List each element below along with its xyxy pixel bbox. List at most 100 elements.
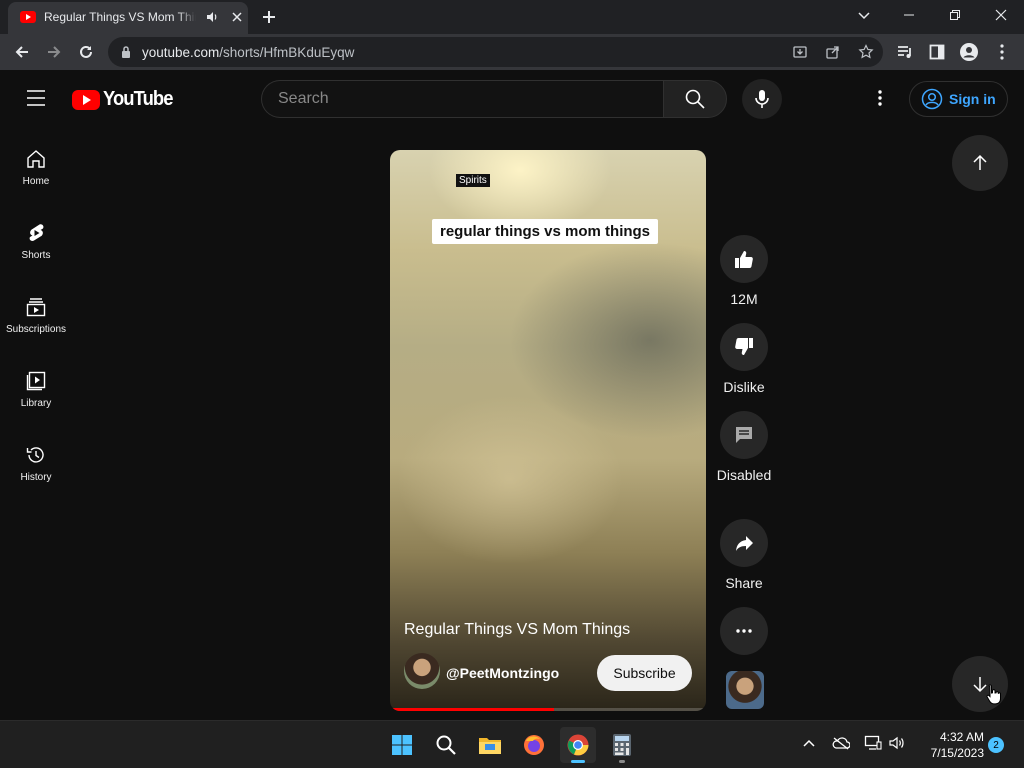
windows-logo-icon xyxy=(392,735,412,755)
youtube-logo[interactable]: YouTube xyxy=(72,88,179,111)
sidebar-item-shorts[interactable]: Shorts xyxy=(0,200,72,274)
account-circle-icon xyxy=(921,88,943,110)
short-video-player[interactable]: Spirits regular things vs mom things Reg… xyxy=(390,150,706,711)
browser-menu-icon[interactable] xyxy=(988,38,1016,66)
install-app-icon[interactable] xyxy=(792,44,808,60)
share-action[interactable]: Share xyxy=(720,519,768,593)
history-icon xyxy=(26,447,44,463)
forward-button[interactable] xyxy=(40,38,68,66)
onedrive-cloud-icon[interactable] xyxy=(832,736,850,750)
sidebar-item-label: Home xyxy=(22,176,50,187)
close-window-button[interactable] xyxy=(978,0,1024,30)
library-icon xyxy=(26,371,46,391)
network-icon[interactable] xyxy=(864,735,882,751)
calculator-icon xyxy=(613,734,631,756)
address-bar[interactable]: youtube.com/shorts/HfmBKduEyqw xyxy=(108,37,883,67)
profile-icon[interactable] xyxy=(955,38,983,66)
reload-button[interactable] xyxy=(72,38,100,66)
folder-icon xyxy=(479,738,501,754)
media-control-icon[interactable] xyxy=(891,38,919,66)
chrome-icon xyxy=(567,734,589,756)
browser-toolbar: youtube.com/shorts/HfmBKduEyqw xyxy=(0,34,1024,70)
comment-icon xyxy=(736,427,752,443)
chrome-button[interactable] xyxy=(560,727,596,763)
share-button[interactable] xyxy=(720,519,768,567)
new-tab-button[interactable] xyxy=(260,8,278,26)
sidebar-item-history[interactable]: History xyxy=(0,422,72,496)
minimize-button[interactable] xyxy=(886,0,932,30)
sign-in-label: Sign in xyxy=(949,91,996,107)
settings-more-icon[interactable] xyxy=(868,86,892,110)
share-page-icon[interactable] xyxy=(825,44,841,60)
browser-tab[interactable]: Regular Things VS Mom Things - YouTube xyxy=(8,2,248,34)
channel-name[interactable]: @PeetMontzingo xyxy=(446,665,559,681)
search-box[interactable] xyxy=(261,80,663,118)
firefox-icon xyxy=(524,735,544,755)
logo-wordmark: YouTube xyxy=(103,88,173,110)
voice-search-button[interactable] xyxy=(742,79,782,119)
more-actions-button[interactable] xyxy=(720,607,768,655)
dislike-action[interactable]: Dislike xyxy=(720,323,768,397)
taskbar-search-button[interactable] xyxy=(428,727,464,763)
sidebar-item-label: Library xyxy=(20,398,52,409)
windows-start-button[interactable] xyxy=(384,727,420,763)
home-icon xyxy=(27,150,45,168)
arrow-up-icon xyxy=(973,154,987,170)
comments-label: Disabled xyxy=(716,467,772,483)
tab-search-chevron-icon[interactable] xyxy=(852,6,876,26)
bookmark-star-icon[interactable] xyxy=(858,44,874,60)
dislike-label: Dislike xyxy=(723,379,765,395)
youtube-play-icon xyxy=(72,89,100,110)
back-button[interactable] xyxy=(8,38,36,66)
speaker-icon[interactable] xyxy=(205,10,219,24)
restore-button[interactable] xyxy=(932,0,978,30)
url-text[interactable]: youtube.com/shorts/HfmBKduEyqw xyxy=(142,45,354,60)
search-button[interactable] xyxy=(663,80,727,118)
like-count: 12M xyxy=(730,291,758,307)
more-horizontal-icon xyxy=(736,629,752,633)
short-title[interactable]: Regular Things VS Mom Things xyxy=(404,621,630,639)
subscribe-button[interactable]: Subscribe xyxy=(597,655,692,691)
sidebar-item-subscriptions[interactable]: Subscriptions xyxy=(0,274,72,348)
video-sticker-text: Spirits xyxy=(456,174,490,187)
browser-tab-bar: Regular Things VS Mom Things - YouTube xyxy=(0,0,1024,34)
sign-in-button[interactable]: Sign in xyxy=(909,81,1008,117)
volume-icon[interactable] xyxy=(888,735,906,751)
youtube-header: YouTube Sign in xyxy=(0,70,1024,126)
sidebar-item-label: Subscriptions xyxy=(5,324,67,335)
like-button[interactable] xyxy=(720,235,768,283)
subscriptions-icon xyxy=(26,298,46,317)
search-icon xyxy=(436,735,456,755)
calculator-button[interactable] xyxy=(604,727,640,763)
file-explorer-button[interactable] xyxy=(472,727,508,763)
sidebar-item-home[interactable]: Home xyxy=(0,126,72,200)
sidebar-item-label: Shorts xyxy=(21,250,51,261)
tab-close-icon[interactable] xyxy=(230,10,244,24)
channel-avatar[interactable] xyxy=(404,653,440,689)
sound-thumbnail[interactable] xyxy=(726,671,764,709)
video-progress-bar[interactable] xyxy=(390,708,706,711)
lock-icon[interactable] xyxy=(120,45,132,59)
search-input[interactable] xyxy=(278,89,648,109)
more-actions[interactable] xyxy=(720,607,768,655)
show-hidden-icons-chevron-icon[interactable] xyxy=(802,738,816,748)
hand-cursor-icon xyxy=(985,683,1001,705)
sidebar-item-library[interactable]: Library xyxy=(0,348,72,422)
system-clock[interactable]: 4:32 AM 7/15/2023 xyxy=(916,729,984,761)
comments-action[interactable]: Disabled xyxy=(717,411,771,485)
dislike-button[interactable] xyxy=(720,323,768,371)
hamburger-menu-icon[interactable] xyxy=(24,88,48,108)
thumbs-up-icon xyxy=(735,251,753,268)
side-panel-icon[interactable] xyxy=(923,38,951,66)
clock-time: 4:32 AM xyxy=(939,730,984,744)
windows-taskbar: 4:32 AM 7/15/2023 2 xyxy=(0,720,1024,768)
firefox-button[interactable] xyxy=(516,727,552,763)
notification-badge[interactable]: 2 xyxy=(988,737,1004,753)
share-arrow-icon xyxy=(736,536,753,551)
clock-date: 7/15/2023 xyxy=(930,746,984,760)
tab-title: Regular Things VS Mom Things - YouTube xyxy=(44,10,196,24)
comments-button[interactable] xyxy=(720,411,768,459)
youtube-favicon-icon xyxy=(20,11,36,23)
previous-short-button[interactable] xyxy=(952,135,1008,191)
like-action[interactable]: 12M xyxy=(720,235,768,309)
